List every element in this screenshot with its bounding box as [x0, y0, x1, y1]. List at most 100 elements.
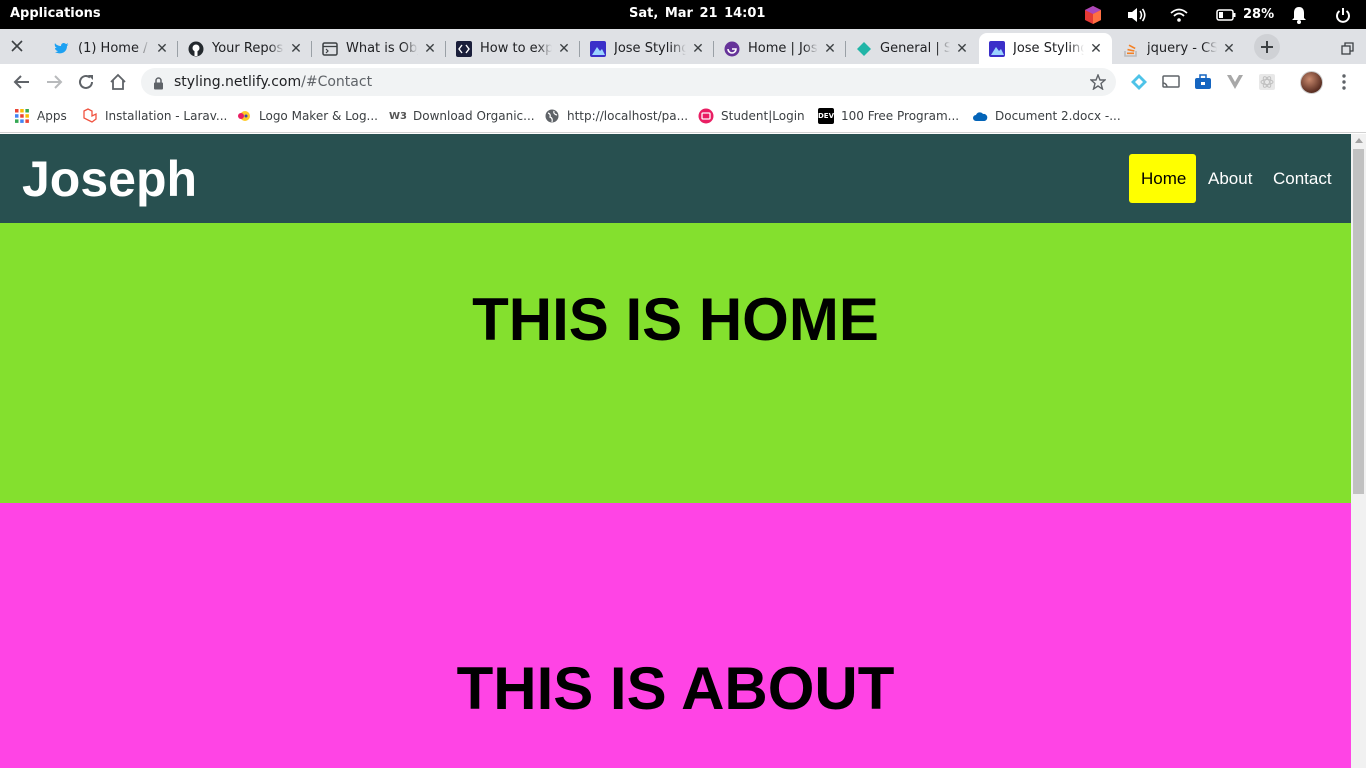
- nav-link-contact[interactable]: Contact: [1261, 154, 1344, 203]
- power-icon[interactable]: [1335, 5, 1351, 24]
- home-icon[interactable]: [106, 70, 130, 94]
- applications-menu[interactable]: Applications: [10, 6, 101, 21]
- cast-icon[interactable]: [1159, 70, 1183, 94]
- logo-maker-icon: [236, 108, 252, 124]
- bookmark-w3[interactable]: W3 Download Organic...: [389, 107, 535, 125]
- menu-icon[interactable]: [1332, 70, 1356, 94]
- battery-percent: 28%: [1243, 7, 1275, 22]
- close-tab-icon[interactable]: ✕: [556, 41, 572, 57]
- apps-grid-icon: [14, 108, 30, 124]
- dev-icon: DEV: [818, 108, 834, 124]
- tab[interactable]: General | Slack ✕: [846, 33, 978, 64]
- site-brand[interactable]: Joseph: [22, 150, 197, 208]
- bookmark-student-login[interactable]: Student|Login: [698, 107, 805, 125]
- code-icon: [456, 40, 472, 57]
- tab-title: How to explain: [480, 41, 552, 56]
- nav-link-about[interactable]: About: [1196, 154, 1264, 203]
- close-tab-icon[interactable]: ✕: [154, 41, 170, 57]
- battery-indicator[interactable]: 28%: [1216, 5, 1274, 24]
- site-icon: [989, 40, 1005, 57]
- close-tab-icon[interactable]: ✕: [1221, 41, 1237, 57]
- tab-title: Your Repositories: [212, 41, 284, 56]
- close-tab-icon[interactable]: ✕: [954, 41, 970, 57]
- web-icon: [322, 41, 338, 57]
- lock-icon[interactable]: [153, 75, 164, 94]
- extension-briefcase-icon[interactable]: [1191, 70, 1215, 94]
- browser-toolbar: styling.netlify.com/#Contact: [0, 64, 1366, 100]
- wifi-icon[interactable]: [1170, 5, 1188, 24]
- laravel-icon: [82, 108, 98, 124]
- restore-window-icon[interactable]: [1341, 40, 1354, 55]
- reload-icon[interactable]: [74, 70, 98, 94]
- app-cube-icon[interactable]: [1083, 5, 1103, 24]
- tab[interactable]: What is Object ✕: [312, 33, 446, 64]
- home-heading: THIS IS HOME: [472, 286, 879, 353]
- gatsby-icon: [724, 41, 740, 57]
- scroll-up-arrow-icon[interactable]: [1355, 138, 1363, 143]
- tab-title: General | Slack: [880, 41, 950, 56]
- bookmark-star-icon[interactable]: [1089, 73, 1107, 94]
- close-tab-icon[interactable]: ✕: [822, 41, 838, 57]
- tab[interactable]: How to explain ✕: [446, 33, 580, 64]
- tab-title: Jose Styling: [1013, 41, 1084, 56]
- forward-icon[interactable]: [42, 70, 66, 94]
- about-heading: THIS IS ABOUT: [456, 655, 895, 722]
- close-window-icon[interactable]: [9, 38, 25, 54]
- close-tab-icon[interactable]: ✕: [690, 41, 706, 57]
- url-text: styling.netlify.com/#Contact: [174, 74, 372, 90]
- plus-icon: [1261, 41, 1273, 53]
- tab[interactable]: Home | Joseph ✕: [714, 33, 846, 64]
- globe-icon: [544, 108, 560, 124]
- github-icon: [188, 41, 204, 57]
- tab-active[interactable]: Jose Styling ✕: [979, 33, 1112, 64]
- close-tab-icon[interactable]: ✕: [1088, 41, 1104, 57]
- site-icon: [590, 40, 606, 57]
- bookmark-label: Apps: [37, 109, 67, 123]
- bookmark-label: 100 Free Program...: [841, 109, 960, 123]
- bookmark-localhost[interactable]: http://localhost/pa...: [544, 107, 688, 125]
- bell-icon[interactable]: [1291, 5, 1307, 24]
- tab[interactable]: jquery - CSS ✕: [1113, 33, 1245, 64]
- close-tab-icon[interactable]: ✕: [422, 41, 438, 57]
- url-path: /#Contact: [301, 74, 373, 90]
- page-scrollbar[interactable]: [1351, 134, 1366, 768]
- close-tab-icon[interactable]: ✕: [288, 41, 304, 57]
- extension-react-icon[interactable]: [1255, 70, 1279, 94]
- bookmark-label: http://localhost/pa...: [567, 109, 689, 123]
- cloud-icon: [972, 108, 988, 124]
- student-icon: [698, 108, 714, 124]
- nav-link-home[interactable]: Home: [1129, 154, 1196, 203]
- address-bar[interactable]: styling.netlify.com/#Contact: [141, 68, 1116, 96]
- bookmark-dev[interactable]: DEV 100 Free Program...: [818, 107, 959, 125]
- back-icon[interactable]: [10, 70, 34, 94]
- bookmark-onedrive[interactable]: Document 2.docx -...: [972, 107, 1121, 125]
- bookmarks-bar: Apps Installation - Larav... Logo Maker …: [0, 100, 1366, 133]
- twitter-icon: [54, 41, 70, 57]
- site-header: Joseph Home About Contact: [0, 134, 1351, 223]
- tab[interactable]: Your Repositories ✕: [178, 33, 312, 64]
- bookmark-laravel[interactable]: Installation - Larav...: [82, 107, 227, 125]
- scrollbar-thumb[interactable]: [1353, 149, 1364, 494]
- diamond-icon: [856, 41, 872, 57]
- tab-title: Home | Joseph: [748, 41, 818, 56]
- url-host: styling.netlify.com: [174, 74, 302, 90]
- new-tab-button[interactable]: [1254, 34, 1280, 60]
- clock[interactable]: Sat, Mar 21 14:01: [629, 6, 765, 21]
- volume-icon[interactable]: [1127, 5, 1147, 24]
- bookmark-apps[interactable]: Apps: [14, 107, 67, 125]
- desktop-top-bar: Applications Sat, Mar 21 14:01 28%: [0, 0, 1366, 29]
- stackoverflow-icon: [1123, 41, 1139, 57]
- bookmark-label: Student|Login: [721, 109, 805, 123]
- bookmark-label: Logo Maker & Log...: [259, 109, 378, 123]
- bookmark-logo-maker[interactable]: Logo Maker & Log...: [236, 107, 378, 125]
- extension-vue-icon[interactable]: [1223, 70, 1247, 94]
- tab-title: jquery - CSS: [1147, 41, 1217, 56]
- bookmark-label: Document 2.docx -...: [995, 109, 1121, 123]
- about-section: THIS IS ABOUT: [0, 503, 1351, 768]
- page-viewport: Joseph Home About Contact THIS IS HOME T…: [0, 134, 1351, 768]
- extension-diamond-icon[interactable]: [1127, 70, 1151, 94]
- tab[interactable]: (1) Home / Twitter ✕: [44, 33, 178, 64]
- tab[interactable]: Jose Styling ✕: [580, 33, 714, 64]
- home-section: THIS IS HOME: [0, 223, 1351, 503]
- avatar[interactable]: [1300, 71, 1323, 94]
